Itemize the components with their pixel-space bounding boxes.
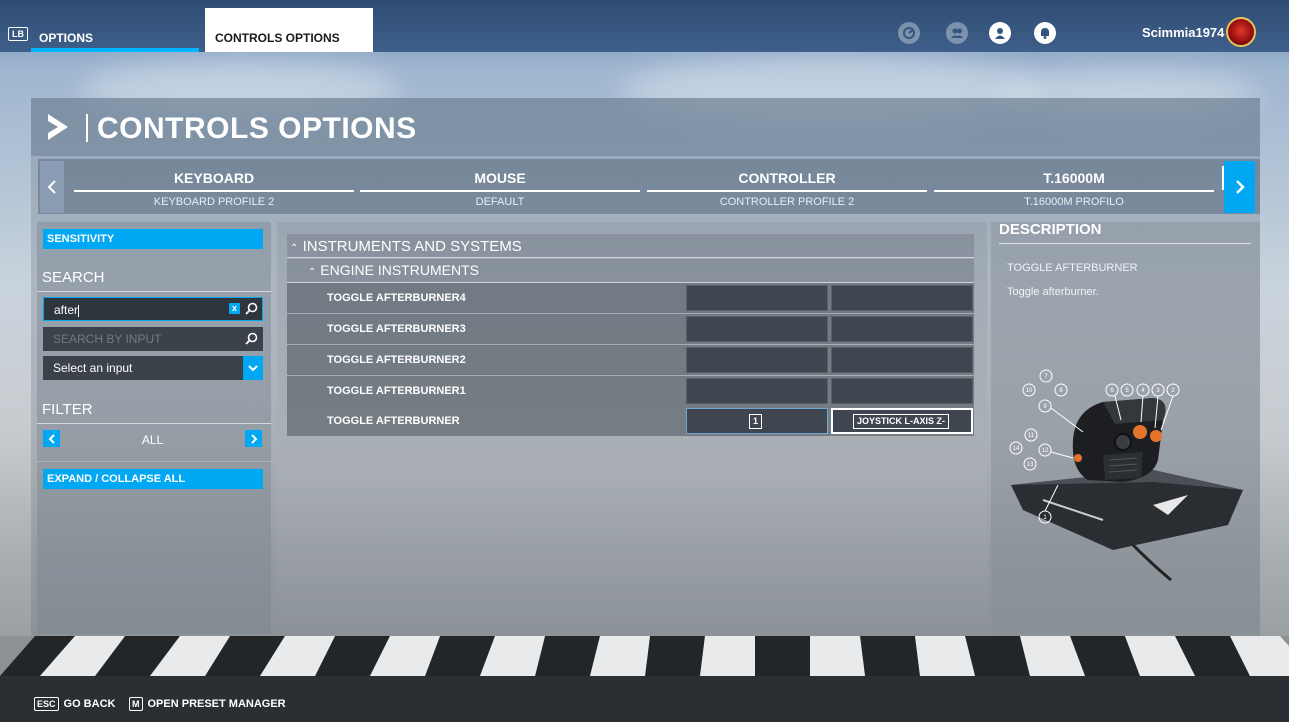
binding-slot-1[interactable] bbox=[686, 285, 828, 311]
subcategory-header[interactable]: ⌃ ENGINE INSTRUMENTS bbox=[287, 259, 974, 283]
device-divider bbox=[360, 190, 640, 192]
description-title: DESCRIPTION bbox=[999, 221, 1102, 238]
device-divider bbox=[74, 190, 354, 192]
subcategory-label: ENGINE INSTRUMENTS bbox=[320, 262, 479, 278]
device-prev-button[interactable] bbox=[40, 161, 64, 213]
binding-row: TOGGLE AFTERBURNER2 bbox=[287, 345, 974, 375]
preset-manager-hint[interactable]: M OPEN PRESET MANAGER bbox=[129, 697, 286, 711]
filter-value: ALL bbox=[141, 433, 164, 447]
callout-10: 10 bbox=[1026, 388, 1033, 394]
sensitivity-button[interactable]: SENSITIVITY bbox=[43, 229, 263, 249]
callout-5: 5 bbox=[1125, 388, 1129, 394]
search-value: after bbox=[54, 303, 79, 317]
go-back-label: GO BACK bbox=[63, 698, 116, 710]
binding-row: TOGGLE AFTERBURNER 1 JOYSTICK L-AXIS Z- bbox=[287, 406, 974, 436]
device-name: T.16000M bbox=[1043, 170, 1105, 186]
description-action-name: TOGGLE AFTERBURNER bbox=[1007, 262, 1138, 274]
expand-collapse-all-button[interactable]: EXPAND / COLLAPSE ALL bbox=[43, 469, 263, 489]
tab-options[interactable]: OPTIONS bbox=[31, 8, 199, 52]
m-key: M bbox=[129, 697, 143, 711]
filter-title: FILTER bbox=[37, 394, 271, 424]
select-input-dropdown[interactable]: Select an input bbox=[43, 356, 263, 380]
binding-label: TOGGLE AFTERBURNER3 bbox=[327, 323, 466, 335]
binding-slot-2[interactable] bbox=[831, 347, 973, 373]
username[interactable]: Scimmia1974 bbox=[1142, 25, 1224, 40]
callout-7: 7 bbox=[1044, 374, 1048, 380]
device-tab-controller[interactable]: CONTROLLER CONTROLLER PROFILE 2 bbox=[647, 165, 927, 210]
chevron-up-icon: ⌃ bbox=[290, 243, 299, 254]
binding-label: TOGGLE AFTERBURNER4 bbox=[327, 292, 466, 304]
binding-slot-2[interactable] bbox=[831, 285, 973, 311]
device-name: MOUSE bbox=[474, 170, 526, 186]
device-profile: DEFAULT bbox=[475, 196, 525, 208]
binding-slot-2[interactable] bbox=[831, 378, 973, 404]
throttle-diagram: 7 10 8 9 6 5 4 3 2 11 14 12 13 1 bbox=[1003, 360, 1253, 590]
device-profile: KEYBOARD PROFILE 2 bbox=[153, 196, 275, 208]
flight-icon[interactable] bbox=[898, 22, 920, 44]
binding-slot-2[interactable]: JOYSTICK L-AXIS Z- bbox=[831, 408, 973, 434]
callout-8: 8 bbox=[1059, 388, 1063, 394]
callout-4: 4 bbox=[1141, 388, 1145, 394]
binding-row: TOGGLE AFTERBURNER1 bbox=[287, 376, 974, 406]
runway-background bbox=[0, 636, 1289, 676]
lb-key-hint: LB bbox=[8, 27, 28, 41]
chevron-right-icon bbox=[44, 111, 74, 148]
binding-slot-2[interactable] bbox=[831, 316, 973, 342]
filter-next-button[interactable] bbox=[245, 430, 262, 447]
binding-row: TOGGLE AFTERBURNER3 bbox=[287, 314, 974, 344]
binding-slot-1[interactable]: 1 bbox=[686, 408, 828, 434]
binding-label: TOGGLE AFTERBURNER2 bbox=[327, 354, 466, 366]
binding-label: TOGGLE AFTERBURNER1 bbox=[327, 385, 466, 397]
callout-13: 13 bbox=[1027, 462, 1034, 468]
device-tab-keyboard[interactable]: KEYBOARD KEYBOARD PROFILE 2 bbox=[74, 165, 354, 210]
device-name: CONTROLLER bbox=[738, 170, 836, 186]
device-next-button[interactable] bbox=[1224, 161, 1255, 213]
device-tab-t16000m[interactable]: T.16000M T.16000M PROFILO bbox=[934, 165, 1214, 210]
tab-controls-options[interactable]: CONTROLS OPTIONS bbox=[205, 8, 373, 52]
callout-2: 2 bbox=[1171, 388, 1175, 394]
page-title: CONTROLS OPTIONS bbox=[97, 112, 417, 145]
top-bar: LB OPTIONS CONTROLS OPTIONS Scimmia1974 bbox=[0, 0, 1289, 52]
esc-key: ESC bbox=[34, 697, 59, 711]
go-back-hint[interactable]: ESC GO BACK bbox=[34, 697, 115, 711]
clear-search-icon[interactable]: x bbox=[229, 303, 240, 314]
search-by-input-field[interactable]: SEARCH BY INPUT bbox=[43, 327, 263, 351]
callout-14: 14 bbox=[1013, 446, 1020, 452]
preset-manager-label: OPEN PRESET MANAGER bbox=[147, 698, 286, 710]
device-profile: T.16000M PROFILO bbox=[1024, 196, 1124, 208]
chevron-up-icon: ⌃ bbox=[308, 267, 317, 278]
avatar[interactable] bbox=[1226, 17, 1256, 47]
binding-key-chip: JOYSTICK L-AXIS Z- bbox=[853, 414, 950, 429]
device-divider bbox=[934, 190, 1214, 192]
text-cursor bbox=[78, 304, 80, 317]
profile-icon[interactable] bbox=[989, 22, 1011, 44]
search-title: SEARCH bbox=[37, 262, 271, 292]
device-name: KEYBOARD bbox=[173, 170, 255, 186]
device-divider bbox=[647, 190, 927, 192]
binding-slot-1[interactable] bbox=[686, 316, 828, 342]
notifications-icon[interactable] bbox=[1034, 22, 1056, 44]
description-divider bbox=[999, 243, 1251, 244]
callout-12: 12 bbox=[1042, 448, 1049, 454]
callout-6: 6 bbox=[1110, 388, 1114, 394]
binding-key-chip: 1 bbox=[749, 414, 763, 429]
binding-slot-1[interactable] bbox=[686, 378, 828, 404]
device-tab-mouse[interactable]: MOUSE DEFAULT bbox=[360, 165, 640, 210]
device-profile: CONTROLLER PROFILE 2 bbox=[719, 196, 855, 208]
chevron-down-icon[interactable] bbox=[243, 356, 263, 380]
description-text: Toggle afterburner. bbox=[1007, 286, 1099, 298]
binding-label: TOGGLE AFTERBURNER bbox=[327, 415, 460, 427]
binding-slot-1[interactable] bbox=[686, 347, 828, 373]
callout-3: 3 bbox=[1156, 388, 1160, 394]
title-divider bbox=[86, 114, 88, 142]
callout-9: 9 bbox=[1043, 404, 1047, 410]
filter-prev-button[interactable] bbox=[43, 430, 60, 447]
category-label: INSTRUMENTS AND SYSTEMS bbox=[302, 238, 522, 255]
search-icon[interactable] bbox=[245, 302, 258, 320]
callout-11: 11 bbox=[1028, 433, 1035, 439]
binding-row: TOGGLE AFTERBURNER4 bbox=[287, 283, 974, 313]
category-header[interactable]: ⌃ INSTRUMENTS AND SYSTEMS bbox=[287, 234, 974, 258]
search-icon[interactable] bbox=[245, 332, 258, 350]
friends-icon[interactable] bbox=[946, 22, 968, 44]
